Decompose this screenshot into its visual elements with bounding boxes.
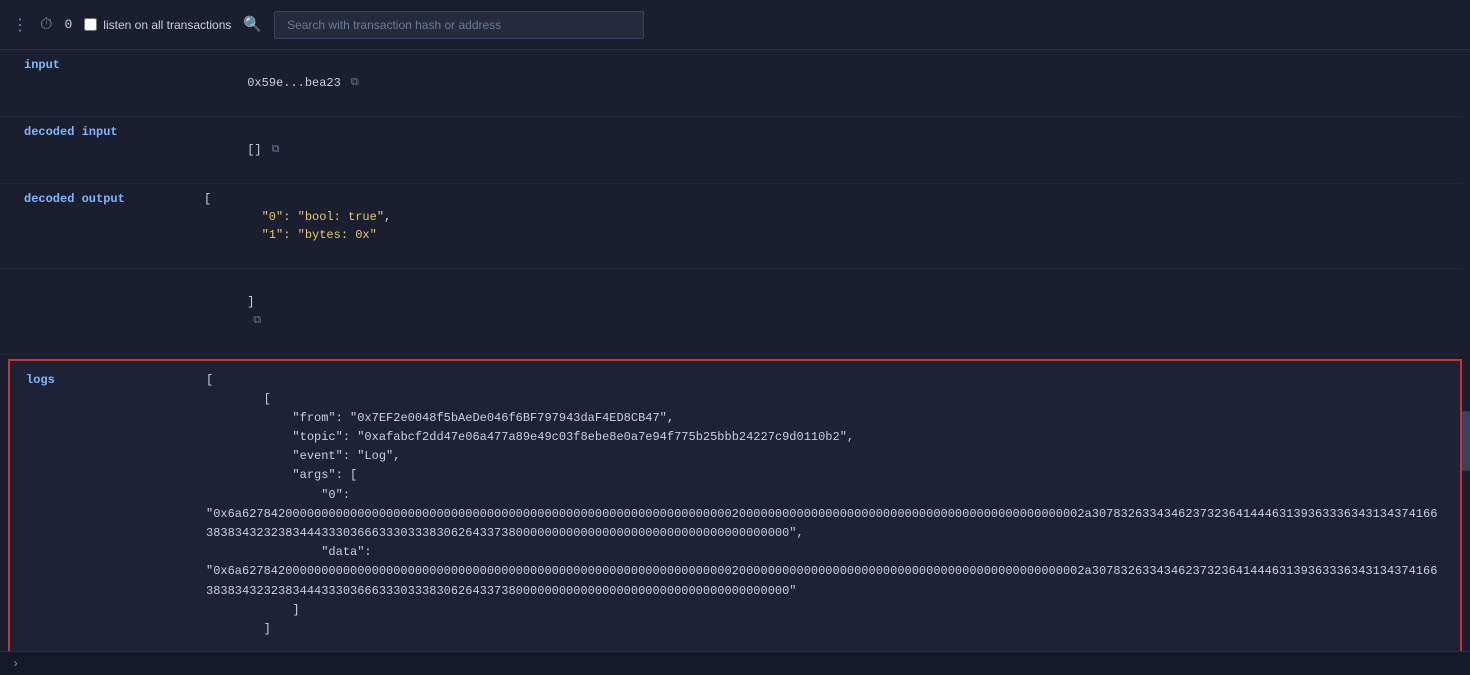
logs-args-label: "args": [ <box>292 468 357 482</box>
logs-row: logs [ [ "from": "0x7EF2e0048f5bAeDe046f… <box>26 371 1444 652</box>
decoded-output-close-label <box>24 275 204 277</box>
main-content: input 0x59e...bea23 ⧉ decoded input [] ⧉… <box>0 50 1470 651</box>
listen-all-label: listen on all transactions <box>103 18 231 32</box>
logs-from: "from": "0x7EF2e0048f5bAeDe046f6BF797943… <box>292 411 666 425</box>
input-row: input 0x59e...bea23 ⧉ <box>0 50 1470 117</box>
copy-input-icon[interactable]: ⧉ <box>351 75 359 92</box>
logs-inner-bracket-open: [ <box>264 392 271 406</box>
decoded-output-close: ] ⧉ <box>204 275 1446 348</box>
logs-args-0-label: "0": <box>321 488 350 502</box>
search-icon: 🔍 <box>243 15 262 34</box>
bottom-bar: › <box>0 651 1470 675</box>
bottom-chevron-icon[interactable]: › <box>12 657 19 671</box>
logs-data-value: "0x6a62784200000000000000000000000000000… <box>206 564 1437 597</box>
input-label: input <box>24 56 204 72</box>
clock-icon[interactable]: ⏱ <box>40 16 52 34</box>
logs-args-0-value: "0x6a62784200000000000000000000000000000… <box>206 507 1437 540</box>
scrollbar[interactable] <box>1462 50 1470 651</box>
scrollbar-thumb[interactable] <box>1462 411 1470 471</box>
listen-all-checkbox-wrapper[interactable]: listen on all transactions <box>84 18 231 32</box>
logs-topic: "topic": "0xafabcf2dd47e06a477a89e49c03f… <box>292 430 847 444</box>
listen-all-checkbox[interactable] <box>84 18 97 31</box>
decoded-output-close-row: ] ⧉ <box>0 269 1470 355</box>
decoded-output-bracket-open: [ <box>204 192 211 206</box>
logs-section: logs [ [ "from": "0x7EF2e0048f5bAeDe046f… <box>8 359 1462 652</box>
decoded-output-1: "1": "bytes: 0x" <box>262 228 377 242</box>
transaction-count: 0 <box>64 17 72 32</box>
decoded-input-label: decoded input <box>24 123 204 139</box>
logs-event: "event": "Log" <box>292 449 393 463</box>
decoded-input-value: [] ⧉ <box>204 123 1446 177</box>
logs-bracket-open: [ <box>206 373 213 387</box>
decoded-output-value: [ "0": "bool: true", "1": "bytes: 0x" <box>204 190 1446 262</box>
decoded-input-bracket: [] <box>247 141 261 159</box>
toolbar: ⋮ ⏱ 0 listen on all transactions 🔍 <box>0 0 1470 50</box>
decoded-output-bracket-close: ] <box>247 295 254 309</box>
logs-args-bracket-close: ] <box>292 603 299 617</box>
copy-decoded-output-icon[interactable]: ⧉ <box>253 313 261 330</box>
input-value: 0x59e...bea23 ⧉ <box>204 56 1446 110</box>
decoded-output-row: decoded output [ "0": "bool: true", "1":… <box>0 184 1470 269</box>
input-hash: 0x59e...bea23 <box>247 74 341 92</box>
logs-label: logs <box>26 371 206 387</box>
collapse-icon[interactable]: ⋮ <box>12 15 28 35</box>
decoded-output-0: "0": "bool: true" <box>262 210 384 224</box>
logs-data-label: "data": <box>321 545 371 559</box>
copy-decoded-input-icon[interactable]: ⧉ <box>272 142 280 159</box>
search-input[interactable] <box>274 11 644 39</box>
decoded-input-row: decoded input [] ⧉ <box>0 117 1470 184</box>
decoded-output-label: decoded output <box>24 190 204 206</box>
logs-content: [ [ "from": "0x7EF2e0048f5bAeDe046f6BF79… <box>206 371 1444 652</box>
logs-inner-bracket-close: ] <box>264 622 271 636</box>
